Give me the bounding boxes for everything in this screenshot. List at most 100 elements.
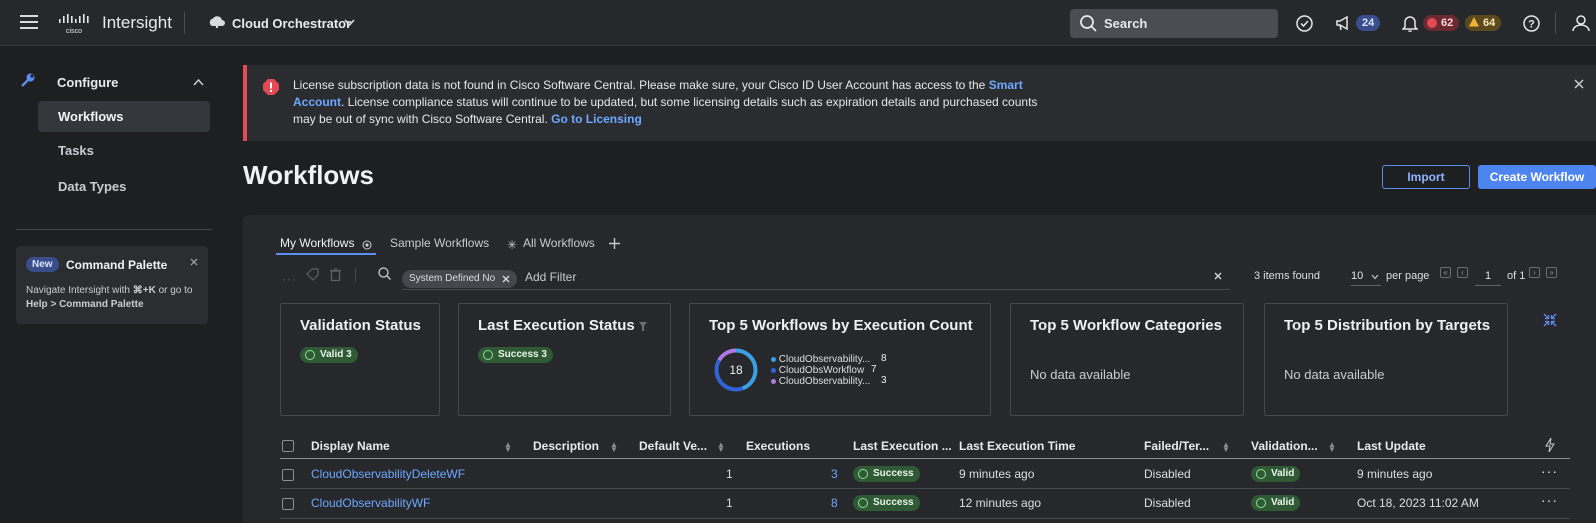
cell-failed-terminated: Disabled bbox=[1144, 467, 1191, 481]
validation-status-title: Validation Status bbox=[300, 317, 421, 334]
status-label: Success bbox=[873, 468, 914, 479]
megaphone-icon[interactable] bbox=[1335, 14, 1353, 32]
banner-text-1: License subscription data is not found i… bbox=[293, 78, 986, 92]
command-palette-card: New Command Palette Navigate Intersight … bbox=[16, 246, 208, 324]
success-badge[interactable]: Success 3 bbox=[478, 347, 553, 363]
clear-filter-icon[interactable] bbox=[1214, 272, 1222, 280]
tab-my-workflows[interactable]: My Workflows bbox=[280, 236, 354, 250]
cell-executions[interactable]: 8 bbox=[831, 496, 838, 510]
banner-message: License subscription data is not found i… bbox=[293, 77, 1043, 128]
search-icon bbox=[1080, 15, 1097, 32]
first-page-icon[interactable]: « bbox=[1440, 267, 1451, 278]
row-checkbox[interactable] bbox=[282, 498, 294, 510]
banner-text-2: . License compliance status will continu… bbox=[293, 95, 1038, 126]
tab-sample-workflows[interactable]: Sample Workflows bbox=[390, 236, 489, 250]
next-page-icon[interactable]: › bbox=[1529, 267, 1540, 278]
tag-icon[interactable] bbox=[306, 268, 319, 281]
critical-alarms-badge[interactable]: 62 bbox=[1423, 15, 1460, 31]
filter-search-icon[interactable] bbox=[378, 267, 391, 280]
warning-alarms-badge[interactable]: 64 bbox=[1465, 15, 1502, 31]
tab-all-workflows[interactable]: All Workflows bbox=[523, 236, 595, 250]
column-default-version[interactable]: Default Ve... bbox=[639, 439, 707, 453]
check-circle-icon[interactable] bbox=[1296, 15, 1313, 32]
targets-distribution-title: Top 5 Distribution by Targets bbox=[1284, 317, 1491, 334]
chip-remove-icon[interactable] bbox=[502, 275, 510, 283]
menu-icon[interactable] bbox=[20, 15, 38, 29]
legend-item: CloudObservability... bbox=[771, 376, 870, 387]
more-actions-icon[interactable]: ··· bbox=[282, 272, 297, 286]
scope-selector[interactable]: Cloud Orchestrator bbox=[232, 16, 351, 31]
column-validation[interactable]: Validation... bbox=[1251, 439, 1318, 453]
cisco-logo[interactable]: cisco bbox=[58, 14, 90, 34]
row-divider bbox=[280, 488, 1570, 489]
row-actions-icon[interactable]: ··· bbox=[1541, 463, 1558, 479]
sidebar-item-workflows[interactable]: Workflows bbox=[38, 101, 210, 132]
select-all-checkbox[interactable] bbox=[282, 440, 294, 452]
sidebar-section-configure[interactable]: Configure bbox=[57, 75, 118, 90]
command-palette-text-3: to bbox=[184, 285, 193, 296]
cloud-icon bbox=[208, 15, 226, 29]
delete-icon[interactable] bbox=[330, 268, 341, 281]
pin-icon[interactable] bbox=[362, 240, 372, 250]
new-badge: New bbox=[26, 257, 59, 272]
sort-icon[interactable]: ▲ ▼ bbox=[1328, 441, 1336, 454]
column-display-name[interactable]: Display Name bbox=[311, 439, 390, 453]
create-workflow-button[interactable]: Create Workflow bbox=[1478, 165, 1596, 189]
column-executions[interactable]: Executions bbox=[746, 439, 810, 453]
column-failed-terminated[interactable]: Failed/Ter... bbox=[1144, 439, 1209, 453]
column-last-execution-status[interactable]: Last Execution ... bbox=[853, 439, 952, 453]
announcements-count[interactable]: 24 bbox=[1356, 15, 1381, 31]
collapse-icon[interactable] bbox=[1543, 313, 1557, 327]
sort-icon[interactable]: ▲ ▼ bbox=[504, 441, 512, 454]
filter-icon[interactable] bbox=[639, 322, 647, 331]
items-found: 3 items found bbox=[1254, 270, 1321, 282]
go-to-licensing-link[interactable]: Go to Licensing bbox=[551, 112, 642, 126]
status-success-badge: Success bbox=[853, 495, 920, 511]
filter-chip-system-defined[interactable]: System Defined No bbox=[402, 270, 518, 288]
success-badge-label: Success 3 bbox=[498, 349, 547, 360]
search-label: Search bbox=[1104, 16, 1148, 31]
license-banner: License subscription data is not found i… bbox=[243, 65, 1596, 141]
page-title: Workflows bbox=[243, 160, 374, 190]
sort-icon[interactable]: ▲ ▼ bbox=[1222, 441, 1230, 454]
valid-badge[interactable]: Valid 3 bbox=[300, 347, 358, 363]
legend-count: 3 bbox=[881, 375, 887, 386]
header-divider bbox=[184, 12, 185, 34]
sort-icon[interactable]: ▲ ▼ bbox=[717, 441, 725, 454]
column-last-execution-time[interactable]: Last Execution Time bbox=[959, 439, 1075, 453]
sidebar-item-tasks[interactable]: Tasks bbox=[38, 135, 210, 166]
per-page-select[interactable]: 10 bbox=[1351, 267, 1381, 286]
close-icon[interactable] bbox=[190, 258, 198, 266]
add-filter-input[interactable]: Add Filter bbox=[525, 270, 576, 284]
sidebar-item-data-types[interactable]: Data Types bbox=[38, 171, 210, 202]
bell-icon[interactable] bbox=[1402, 14, 1418, 32]
chevron-up-icon[interactable] bbox=[193, 78, 204, 86]
prev-page-icon[interactable]: ‹ bbox=[1457, 267, 1468, 278]
row-actions-icon[interactable]: ··· bbox=[1541, 492, 1558, 508]
column-last-update[interactable]: Last Update bbox=[1357, 439, 1426, 453]
user-icon[interactable] bbox=[1572, 14, 1590, 32]
import-button[interactable]: Import bbox=[1382, 165, 1470, 189]
warning-alarms-count: 64 bbox=[1483, 17, 1496, 29]
legend-dot bbox=[771, 378, 776, 384]
add-tab-icon[interactable] bbox=[609, 238, 620, 249]
column-settings-icon[interactable] bbox=[1545, 438, 1555, 452]
close-banner-icon[interactable] bbox=[1574, 79, 1584, 89]
cell-executions[interactable]: 3 bbox=[831, 467, 838, 481]
check-icon bbox=[483, 350, 493, 360]
help-icon[interactable]: ? bbox=[1523, 15, 1540, 32]
chevron-down-icon[interactable] bbox=[344, 19, 355, 27]
search-input[interactable]: Search bbox=[1070, 9, 1278, 38]
column-description[interactable]: Description bbox=[533, 439, 599, 453]
workflow-name-link[interactable]: CloudObservabilityWF bbox=[311, 496, 430, 510]
per-page-value: 10 bbox=[1351, 270, 1364, 282]
last-page-icon[interactable]: » bbox=[1546, 267, 1557, 278]
sort-icon[interactable]: ▲ ▼ bbox=[610, 441, 618, 454]
page-input[interactable]: 1 bbox=[1475, 267, 1501, 286]
targets-distribution-card: Top 5 Distribution by Targets No data av… bbox=[1264, 303, 1508, 416]
wrench-icon bbox=[20, 72, 36, 88]
svg-text:cisco: cisco bbox=[66, 28, 82, 34]
row-checkbox[interactable] bbox=[282, 469, 294, 481]
svg-text:?: ? bbox=[1528, 19, 1535, 31]
workflow-name-link[interactable]: CloudObservabilityDeleteWF bbox=[311, 467, 465, 481]
